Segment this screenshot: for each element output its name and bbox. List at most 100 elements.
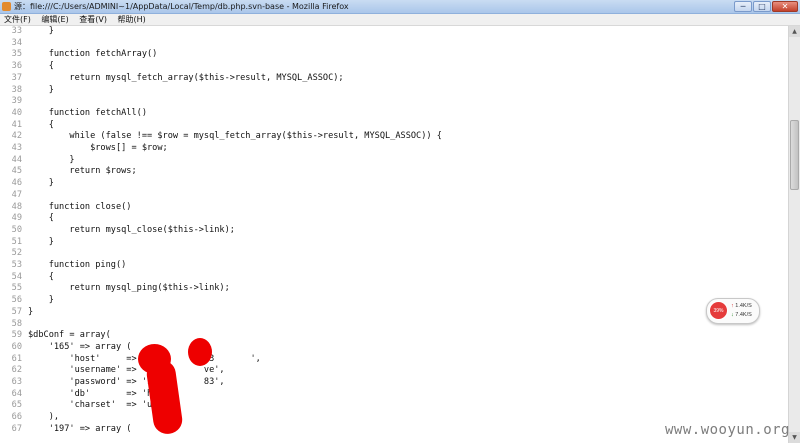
line-number: 34 — [11, 37, 22, 48]
source-line: 48 function close() — [0, 201, 132, 213]
line-code: function close() — [28, 201, 132, 212]
line-number: 44 — [11, 154, 22, 165]
source-line: 50 return mysql_close($this->link); — [0, 224, 235, 236]
source-line: 58 — [0, 318, 28, 330]
menu-bar: 文件(F) 编辑(E) 查看(V) 帮助(H) — [0, 14, 800, 26]
vertical-scrollbar[interactable]: ▲ ▼ — [788, 26, 800, 443]
source-line: 61 'host' => '1 203 ', — [0, 353, 261, 365]
line-number: 63 — [11, 377, 22, 387]
source-line: 40 function fetchAll() — [0, 107, 147, 119]
line-number: 55 — [11, 283, 22, 294]
scroll-down-icon[interactable]: ▼ — [789, 432, 800, 443]
maximize-button[interactable]: □ — [753, 1, 771, 12]
source-line: 47 — [0, 189, 28, 201]
line-number: 56 — [11, 295, 22, 306]
scroll-up-icon[interactable]: ▲ — [789, 26, 800, 37]
line-code: function fetchAll() — [28, 107, 147, 118]
network-speed-widget[interactable]: 39% ↑ 1.4K/S ↓ 7.4K/S — [706, 298, 760, 324]
source-line: 64 'db' => 'hj — [0, 388, 158, 400]
download-speed: ↓ 7.4K/S — [731, 312, 752, 318]
source-line: 46 } — [0, 177, 54, 189]
line-number: 35 — [11, 49, 22, 60]
source-line: 37 return mysql_fetch_array($this->resul… — [0, 72, 344, 84]
source-line: 63 'password' => 'sl 83', — [0, 376, 225, 388]
source-line: 34 — [0, 37, 28, 49]
line-number: 65 — [11, 400, 22, 411]
watermark: www.wooyun.org — [664, 422, 790, 438]
source-line: 65 'charset' => 'utf — [0, 399, 163, 411]
line-code: 'username' => 'hj ve', — [28, 365, 225, 376]
arrow-up-icon: ↑ — [731, 303, 734, 309]
line-number: 37 — [11, 72, 22, 83]
menu-edit[interactable]: 编辑(E) — [37, 14, 72, 25]
line-code: ), — [28, 412, 60, 423]
line-code: { — [28, 61, 54, 72]
source-line: 44 } — [0, 154, 75, 166]
line-code: while (false !== $row = mysql_fetch_arra… — [28, 131, 442, 142]
menu-file[interactable]: 文件(F) — [0, 14, 35, 25]
line-number: 43 — [11, 143, 22, 153]
line-number: 54 — [11, 271, 22, 282]
source-line: 59 $dbConf = array( — [0, 329, 111, 341]
firefox-icon — [2, 2, 11, 11]
source-line: 38 } — [0, 84, 54, 96]
download-speed-value: 7.4K/S — [735, 312, 752, 318]
line-code: '197' => array ( — [28, 423, 132, 434]
line-code: return mysql_ping($this->link); — [28, 283, 230, 294]
line-number: 64 — [11, 388, 22, 399]
line-code: } — [28, 26, 54, 36]
line-code: { — [28, 119, 54, 130]
source-line: 45 return $rows; — [0, 165, 137, 177]
line-number: 33 — [11, 26, 22, 36]
line-code: return mysql_close($this->link); — [28, 224, 235, 235]
title-bar: 源：file:///C:/Users/ADMINI~1/AppData/Loca… — [0, 0, 800, 14]
source-line: 60 '165' => array ( — [0, 341, 132, 353]
upload-speed-value: 1.4K/S — [735, 303, 752, 309]
line-code: $dbConf = array( — [28, 330, 111, 341]
line-number: 67 — [11, 423, 22, 434]
redaction-mark-circle — [188, 338, 212, 366]
source-line: 54 { — [0, 271, 54, 283]
scroll-thumb[interactable] — [790, 120, 799, 190]
line-code: $rows[] = $row; — [28, 143, 168, 153]
source-line: 55 return mysql_ping($this->link); — [0, 282, 230, 294]
line-number: 41 — [11, 119, 22, 130]
line-number: 66 — [11, 412, 22, 423]
line-code: 'password' => 'sl 83', — [28, 377, 225, 387]
upload-speed: ↑ 1.4K/S — [731, 303, 752, 309]
line-code: '165' => array ( — [28, 341, 132, 352]
source-line: 49 { — [0, 212, 54, 224]
line-number: 46 — [11, 178, 22, 189]
line-code: return $rows; — [28, 166, 137, 177]
source-line: 33 } — [0, 26, 54, 37]
line-number: 39 — [11, 96, 22, 107]
source-view[interactable]: 33 } 34 35 function fetchArray() 36 {37 ret… — [0, 26, 789, 443]
close-button[interactable]: ✕ — [772, 1, 798, 12]
line-number: 48 — [11, 201, 22, 212]
window-title: 源：file:///C:/Users/ADMINI~1/AppData/Loca… — [14, 2, 349, 11]
source-line: 51 } — [0, 236, 54, 248]
source-line: 57} — [0, 306, 34, 318]
line-code: function ping() — [28, 260, 127, 270]
line-number: 38 — [11, 84, 22, 95]
line-code: } — [28, 84, 54, 95]
source-line: 52 — [0, 247, 28, 259]
source-line: 53 function ping() — [0, 259, 127, 271]
source-line: 67 '197' => array ( — [0, 423, 132, 435]
line-number: 42 — [11, 131, 22, 142]
menu-view[interactable]: 查看(V) — [75, 14, 111, 25]
line-code: } — [28, 295, 54, 306]
source-line: 66 ), — [0, 411, 59, 423]
line-number: 51 — [11, 236, 22, 247]
line-number: 57 — [11, 306, 22, 317]
line-code: } — [28, 154, 75, 165]
line-number: 59 — [11, 330, 22, 341]
menu-help[interactable]: 帮助(H) — [114, 14, 150, 25]
line-code: return mysql_fetch_array($this->result, … — [28, 72, 344, 83]
line-number: 61 — [11, 353, 22, 364]
line-code: { — [28, 213, 54, 224]
minimize-button[interactable]: ─ — [734, 1, 752, 12]
source-line: 56 } — [0, 294, 54, 306]
line-number: 45 — [11, 166, 22, 177]
source-line: 42 while (false !== $row = mysql_fetch_a… — [0, 130, 442, 142]
